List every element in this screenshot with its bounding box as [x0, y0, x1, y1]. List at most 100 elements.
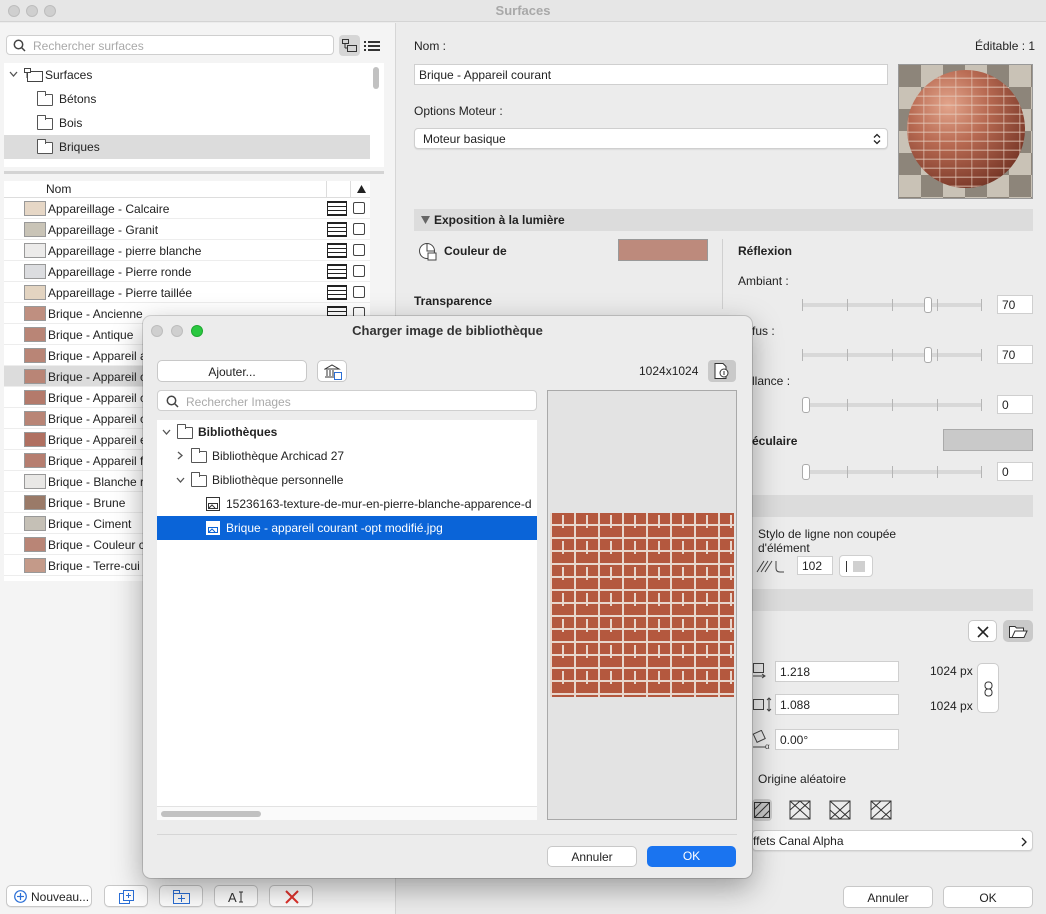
surface-color-swatch	[24, 432, 46, 447]
tree-item-betons[interactable]: Bétons	[4, 87, 370, 111]
dialog-cancel-button[interactable]: Annuler	[547, 846, 637, 867]
tree-item-personal-library[interactable]: Bibliothèque personnelle	[157, 468, 537, 492]
surface-color-swatch[interactable]	[618, 239, 708, 261]
chevron-down-icon[interactable]	[162, 429, 171, 436]
library-manager-button[interactable]	[317, 360, 347, 382]
surface-list-row[interactable]: Appareillage - Pierre ronde	[4, 261, 370, 282]
surface-list-row[interactable]: Appareillage - Calcaire	[4, 198, 370, 219]
diffuse-value-field[interactable]: 70	[997, 345, 1033, 364]
texture-angle-value: 0.00°	[780, 733, 809, 747]
dialog-ok-button[interactable]: OK	[647, 846, 736, 867]
image-search-placeholder: Rechercher Images	[186, 395, 291, 409]
tree-item-libraries[interactable]: Bibliothèques	[157, 420, 537, 444]
texture-width-px: 1024 px	[930, 664, 973, 678]
shine-value-field[interactable]: 0	[997, 395, 1033, 414]
tree-scrollbar[interactable]	[373, 67, 379, 89]
surface-color-swatch	[24, 306, 46, 321]
cancel-button[interactable]: Annuler	[843, 886, 933, 908]
add-image-button[interactable]: Ajouter...	[157, 360, 307, 382]
alpha-effects-select[interactable]: ffets Canal Alpha	[752, 830, 1033, 851]
tree-item-surfaces[interactable]: Surfaces	[4, 63, 370, 87]
tree-item-bois[interactable]: Bois	[4, 111, 370, 135]
texture-width-field[interactable]: 1.218	[775, 661, 899, 682]
ambient-label: Ambiant :	[738, 274, 789, 288]
surface-search-field[interactable]: Rechercher surfaces	[6, 35, 334, 55]
editable-count: Éditable : 1	[975, 39, 1036, 53]
list-view-icon[interactable]	[364, 40, 380, 52]
specular-color-swatch[interactable]	[943, 429, 1033, 451]
specular-value-field[interactable]: 0	[997, 462, 1033, 481]
load-texture-button[interactable]	[1003, 620, 1033, 642]
exposure-section-header[interactable]: Exposition à la lumière	[414, 209, 1033, 231]
diffuse-slider-thumb[interactable]	[924, 347, 932, 363]
texture-height-field[interactable]: 1.088	[775, 694, 899, 715]
new-surface-button[interactable]: Nouveau...	[6, 885, 92, 907]
hatch-pattern-icon	[327, 264, 347, 279]
pattern-align-4-icon[interactable]	[870, 800, 892, 820]
chevron-right-icon[interactable]	[177, 451, 184, 460]
diffuse-slider[interactable]	[802, 347, 982, 363]
engine-select[interactable]: Moteur basique	[414, 128, 888, 149]
width-icon	[753, 663, 766, 679]
tree-item-archicad-library[interactable]: Bibliothèque Archicad 27	[157, 444, 537, 468]
alpha-effects-label: ffets Canal Alpha	[753, 834, 844, 848]
alignment-option-1[interactable]	[752, 799, 772, 821]
delete-button[interactable]	[269, 885, 313, 907]
section-header[interactable]	[752, 589, 1033, 611]
surface-color-swatch	[24, 327, 46, 342]
ambient-value-field[interactable]: 70	[997, 295, 1033, 314]
sort-ascending-icon[interactable]	[357, 185, 366, 193]
ambient-slider-thumb[interactable]	[924, 297, 932, 313]
pen-number-field[interactable]: 102	[797, 556, 833, 575]
link-proportions-button[interactable]	[977, 663, 999, 713]
preview-sphere	[907, 70, 1025, 188]
diffuse-label: fus :	[752, 324, 775, 338]
exposure-section-title: Exposition à la lumière	[434, 213, 565, 227]
horizontal-scrollbar[interactable]	[157, 806, 537, 820]
chevron-right-icon	[1021, 837, 1027, 847]
ambient-slider[interactable]	[802, 297, 982, 313]
transparency-label: Transparence	[414, 294, 493, 308]
specular-slider[interactable]	[802, 464, 982, 480]
rename-button[interactable]: A	[214, 885, 258, 907]
shine-slider-thumb[interactable]	[802, 397, 810, 413]
surface-name: Brique - Brune	[48, 496, 126, 510]
pen-hatch-icon	[756, 560, 784, 573]
tree-item-briques[interactable]: Briques	[4, 135, 370, 159]
cancel-label: Annuler	[867, 891, 909, 905]
chevron-down-icon[interactable]	[9, 71, 18, 78]
hatch-pattern-icon	[327, 243, 347, 258]
surface-list-row[interactable]: Appareillage - Pierre taillée	[4, 282, 370, 303]
pen-color-picker[interactable]	[839, 555, 873, 577]
image-search-field[interactable]: Rechercher Images	[157, 390, 537, 411]
pattern-align-2-icon[interactable]	[789, 800, 811, 820]
section-header[interactable]	[752, 495, 1033, 517]
surface-color-swatch	[24, 243, 46, 258]
surface-color-swatch	[24, 264, 46, 279]
specular-slider-thumb[interactable]	[802, 464, 810, 480]
line-style-label-2: d'élément	[758, 541, 810, 555]
clear-texture-button[interactable]	[968, 620, 997, 642]
pattern-align-3-icon[interactable]	[829, 800, 851, 820]
surface-list-row[interactable]: Appareillage - pierre blanche	[4, 240, 370, 261]
preview-toggle-button[interactable]	[708, 360, 736, 382]
chevron-down-icon[interactable]	[176, 477, 185, 484]
dialog-title: Charger image de bibliothèque	[352, 323, 543, 338]
surface-name-field[interactable]: Brique - Appareil courant	[414, 64, 888, 85]
horizontal-scrollbar-thumb[interactable]	[161, 811, 261, 817]
surface-list-row[interactable]: Appareillage - Granit	[4, 219, 370, 240]
texture-angle-field[interactable]: 0.00°	[775, 729, 899, 750]
new-folder-button[interactable]	[159, 885, 203, 907]
search-icon	[166, 395, 179, 408]
splitter[interactable]	[4, 171, 384, 174]
column-header-name[interactable]: Nom	[46, 182, 71, 196]
surface-name: Brique - Ciment	[48, 517, 132, 531]
dialog-ok-label: OK	[682, 849, 701, 863]
duplicate-button[interactable]	[104, 885, 148, 907]
tree-item-image-file[interactable]: 15236163-texture-de-mur-en-pierre-blanch…	[157, 492, 537, 516]
window-titlebar: Surfaces	[0, 0, 1046, 22]
tree-item-image-file-selected[interactable]: Brique - appareil courant -opt modifié.j…	[157, 516, 537, 540]
shine-slider[interactable]	[802, 397, 982, 413]
tree-view-toggle[interactable]	[339, 35, 360, 56]
ok-button[interactable]: OK	[943, 886, 1033, 908]
